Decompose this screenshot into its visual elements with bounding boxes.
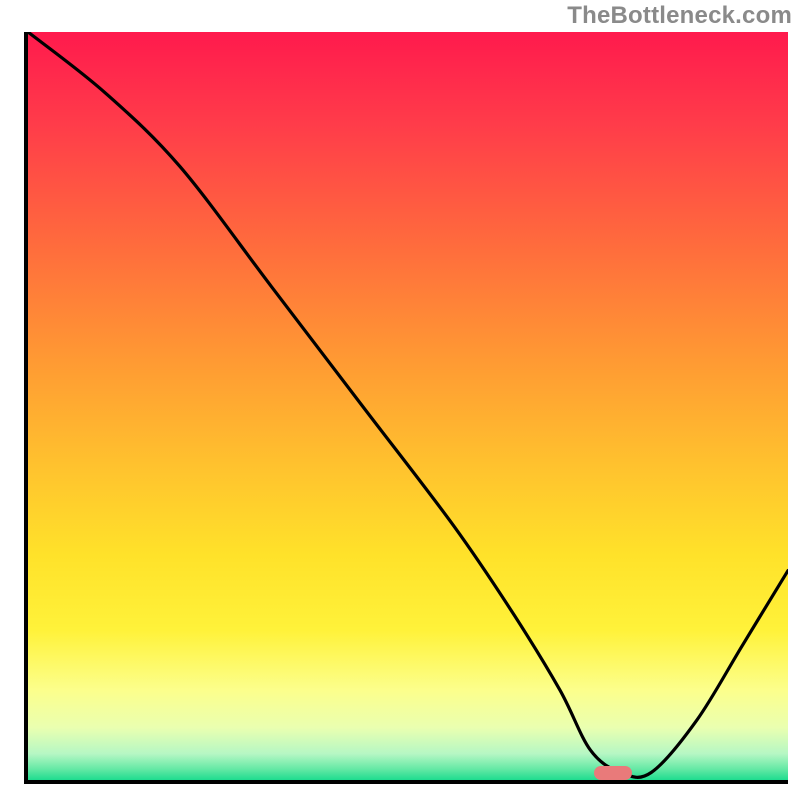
gradient-background [28, 32, 788, 780]
optimum-marker [594, 766, 632, 780]
plot-area [24, 32, 788, 784]
chart-canvas: TheBottleneck.com [0, 0, 800, 800]
watermark-text: TheBottleneck.com [567, 2, 792, 30]
chart-svg [28, 32, 788, 780]
